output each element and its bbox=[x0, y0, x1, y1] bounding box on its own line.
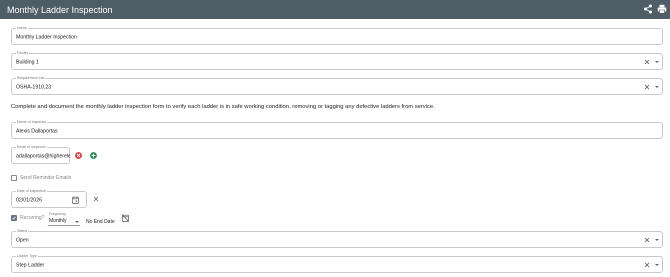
send-reminder-label: Send Reminder Emails bbox=[20, 175, 72, 181]
inspector-email-value: adallaportas@higherele bbox=[16, 152, 70, 159]
inspector-name-field[interactable]: Name of Inspector Alexis Dallaportas bbox=[11, 120, 663, 139]
facility-value: Building 1 bbox=[16, 58, 39, 65]
checkmark-icon bbox=[12, 216, 16, 220]
add-email-icon[interactable] bbox=[90, 152, 97, 159]
ladder-type-label: Ladder Type bbox=[16, 254, 38, 259]
calendar-icon[interactable] bbox=[72, 196, 79, 204]
inspector-email-label: Email of Inspector bbox=[16, 145, 47, 150]
chevron-down-icon[interactable] bbox=[655, 60, 659, 63]
clear-ladder-type-icon[interactable] bbox=[644, 262, 650, 268]
facility-label: Facility bbox=[16, 51, 30, 56]
chevron-down-icon[interactable] bbox=[655, 263, 659, 266]
name-field-value: Monthly Ladder Inspection bbox=[16, 33, 77, 40]
name-field[interactable]: Name Monthly Ladder Inspection bbox=[11, 26, 663, 45]
frequency-select[interactable]: Monthly bbox=[48, 218, 80, 226]
chevron-down-icon[interactable] bbox=[655, 238, 659, 241]
date-of-inspection-label: Date of Inspection bbox=[16, 189, 47, 194]
status-select[interactable]: Status Open bbox=[11, 229, 663, 248]
frequency-value: Monthly bbox=[49, 218, 67, 224]
send-reminder-checkbox[interactable] bbox=[11, 175, 17, 181]
name-field-label: Name bbox=[16, 26, 28, 31]
ladder-type-select[interactable]: Ladder Type Step Ladder bbox=[11, 254, 663, 273]
facility-select[interactable]: Facility Building 1 bbox=[11, 51, 663, 70]
form-description: Complete and document the monthly ladder… bbox=[11, 104, 435, 110]
chevron-down-icon[interactable] bbox=[75, 221, 79, 223]
remove-email-icon[interactable] bbox=[75, 152, 82, 159]
inspector-name-label: Name of Inspector bbox=[16, 120, 48, 125]
status-value: Open bbox=[16, 236, 29, 243]
page-title: Monthly Ladder Inspection bbox=[7, 4, 113, 15]
requirement-list-label: Requirement List bbox=[16, 76, 46, 81]
date-of-inspection-field[interactable]: Date of Inspection 02/01/2026 bbox=[11, 189, 87, 208]
requirement-list-value: OSHA-1910.23 bbox=[16, 83, 52, 90]
clear-date-icon[interactable] bbox=[93, 196, 99, 202]
share-icon[interactable] bbox=[643, 4, 653, 14]
clear-requirement-icon[interactable] bbox=[644, 84, 650, 90]
recurring-checkbox[interactable] bbox=[11, 215, 17, 221]
ladder-type-value: Step Ladder bbox=[16, 261, 45, 268]
recurring-label: Recurring? bbox=[20, 215, 45, 221]
chevron-down-icon[interactable] bbox=[655, 85, 659, 88]
clear-facility-icon[interactable] bbox=[644, 59, 650, 65]
date-of-inspection-value: 02/01/2026 bbox=[16, 196, 42, 203]
calendar-off-icon[interactable] bbox=[122, 214, 129, 222]
app-header: Monthly Ladder Inspection bbox=[0, 0, 670, 19]
clear-status-icon[interactable] bbox=[644, 237, 650, 243]
print-icon[interactable] bbox=[657, 4, 667, 14]
inspector-name-value: Alexis Dallaportas bbox=[16, 127, 58, 134]
inspector-email-field[interactable]: Email of Inspector adallaportas@higherel… bbox=[11, 145, 70, 164]
frequency-label: Frequency bbox=[49, 212, 66, 216]
requirement-list-select[interactable]: Requirement List OSHA-1910.23 bbox=[11, 76, 663, 95]
status-label: Status bbox=[16, 229, 29, 234]
end-date-text: No End Date bbox=[86, 219, 115, 225]
